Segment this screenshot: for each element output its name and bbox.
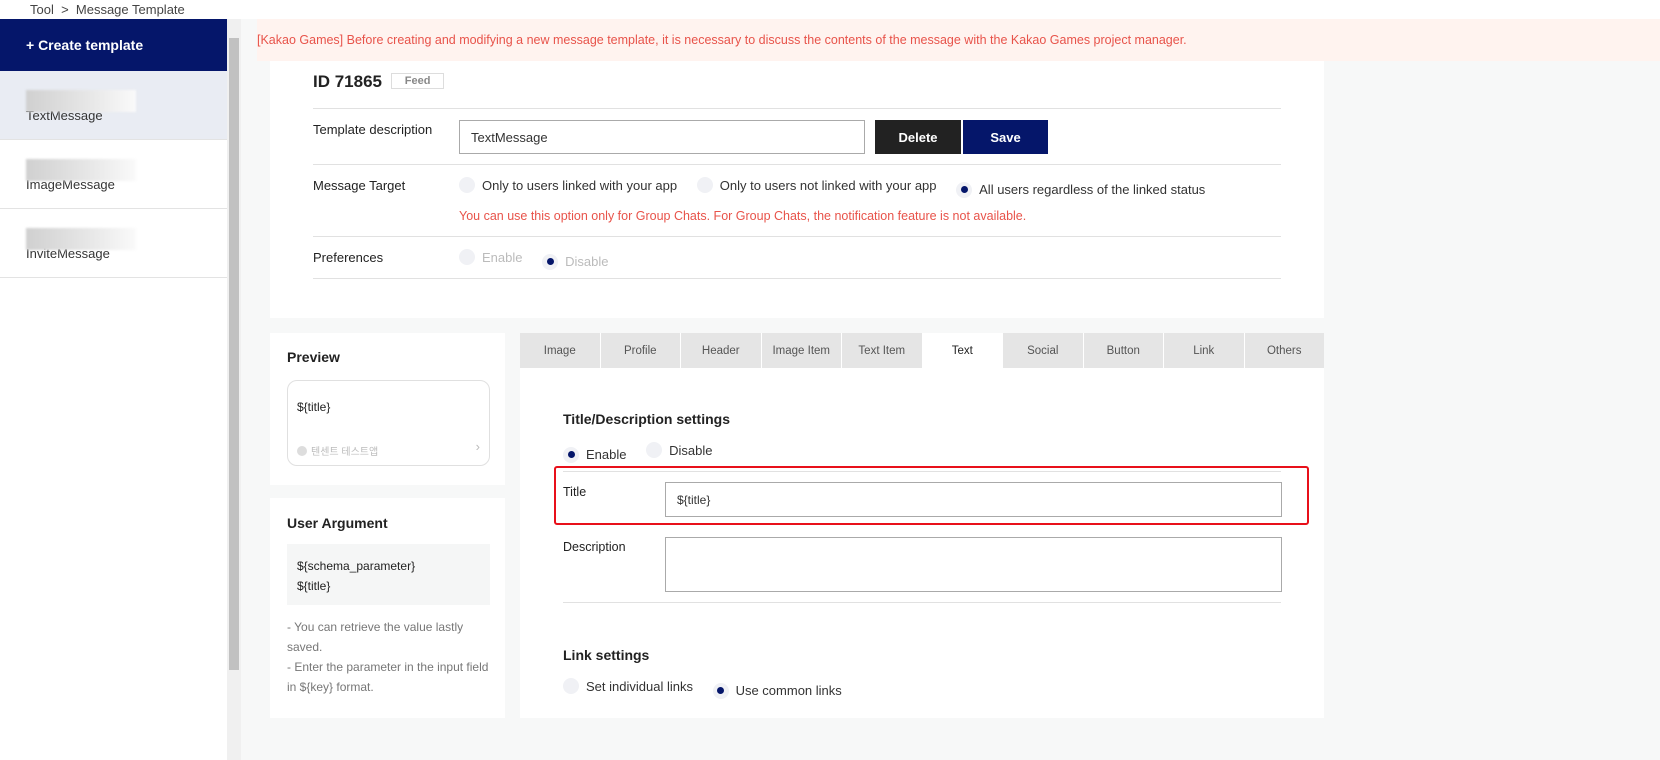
tab-social[interactable]: Social <box>1003 333 1084 368</box>
radio-icon <box>646 442 663 458</box>
radio-label: Disable <box>565 254 609 269</box>
breadcrumb: Tool > Message Template <box>30 2 185 17</box>
title-label: Title <box>563 485 587 499</box>
tab-link[interactable]: Link <box>1164 333 1245 368</box>
description-label: Description <box>563 540 626 554</box>
title-enable-radio[interactable]: Enable <box>563 446 627 463</box>
text-tab-panel: Title/Description settings Enable Disabl… <box>520 368 1324 718</box>
scrollbar-thumb[interactable] <box>229 38 239 670</box>
template-item[interactable]: InviteMessage <box>0 209 227 278</box>
template-item[interactable]: ImageMessage <box>0 140 227 209</box>
template-item[interactable]: TextMessage <box>0 71 227 140</box>
message-target-label: Message Target <box>313 178 406 193</box>
argument-item: ${schema_parameter} <box>297 559 416 573</box>
tab-others[interactable]: Others <box>1245 333 1325 368</box>
radio-icon <box>696 177 713 193</box>
notice-banner: [Kakao Games] Before creating and modify… <box>257 19 1660 61</box>
preview-panel: Preview ${title} 텐센트 테스트앱 › <box>270 333 505 485</box>
radio-label: Only to users linked with your app <box>482 177 678 193</box>
template-settings-panel: ID 71865 Feed Template description TextM… <box>270 61 1324 318</box>
blurred-id <box>26 228 136 250</box>
argument-item: ${title} <box>297 579 331 593</box>
target-warning: You can use this option only for Group C… <box>459 209 1027 223</box>
target-not-linked-radio[interactable]: Only to users not linked with your app <box>696 177 937 193</box>
radio-label: Disable <box>669 442 713 458</box>
description-label: Template description <box>313 122 433 137</box>
tab-text[interactable]: Text <box>922 333 1003 368</box>
title-disable-radio[interactable]: Disable <box>646 442 712 458</box>
radio-selected-icon <box>563 446 579 463</box>
tab-button[interactable]: Button <box>1084 333 1164 368</box>
radio-label: Set individual links <box>586 678 693 694</box>
sidebar: + Create template TextMessage ImageMessa… <box>0 19 227 760</box>
common-links-radio[interactable]: Use common links <box>712 682 842 699</box>
radio-label: Only to users not linked with your app <box>719 177 937 193</box>
preview-card: ${title} 텐센트 테스트앱 › <box>287 380 490 466</box>
link-settings-heading: Link settings <box>563 647 650 663</box>
chevron-right-icon: › <box>475 439 480 454</box>
radio-selected-icon <box>956 181 973 198</box>
radio-label: Enable <box>586 447 627 462</box>
target-linked-radio[interactable]: Only to users linked with your app <box>459 177 677 193</box>
radio-label: Use common links <box>735 683 842 698</box>
user-argument-title: User Argument <box>287 515 388 531</box>
save-button[interactable]: Save <box>963 120 1048 154</box>
app-name: 텐센트 테스트앱 <box>311 447 379 458</box>
template-description-input[interactable]: TextMessage <box>459 120 865 154</box>
template-id: ID 71865 <box>313 72 382 91</box>
tab-image[interactable]: Image <box>520 333 601 368</box>
radio-selected-icon <box>542 253 559 270</box>
preferences-label: Preferences <box>313 250 384 265</box>
blurred-id <box>26 90 136 112</box>
preview-message: ${title} <box>297 400 331 414</box>
tab-profile[interactable]: Profile <box>601 333 681 368</box>
description-input[interactable] <box>665 537 1282 592</box>
target-all-radio[interactable]: All users regardless of the linked statu… <box>956 181 1206 198</box>
title-description-heading: Title/Description settings <box>563 411 730 427</box>
title-input[interactable]: ${title} <box>665 482 1282 517</box>
content-tabs: Image Profile Header Image Item Text Ite… <box>520 333 1324 368</box>
delete-button[interactable]: Delete <box>875 120 961 154</box>
preferences-disable-radio: Disable <box>542 253 609 270</box>
radio-icon <box>459 249 475 265</box>
blurred-id <box>26 159 136 181</box>
notice-text: [Kakao Games] Before creating and modify… <box>257 33 1187 47</box>
radio-selected-icon <box>712 682 729 699</box>
note: - Enter the parameter in the input field… <box>287 660 489 694</box>
create-template-button[interactable]: + Create template <box>0 19 227 71</box>
template-type-badge: Feed <box>390 73 445 89</box>
radio-icon <box>459 177 475 193</box>
tab-header[interactable]: Header <box>681 333 762 368</box>
preferences-enable-radio: Enable <box>459 249 522 265</box>
radio-icon <box>563 678 579 694</box>
tab-image-item[interactable]: Image Item <box>762 333 842 368</box>
individual-links-radio[interactable]: Set individual links <box>563 678 693 694</box>
radio-label: All users regardless of the linked statu… <box>979 182 1206 197</box>
app-icon <box>297 445 307 456</box>
radio-label: Enable <box>482 249 523 265</box>
user-argument-panel: User Argument ${schema_parameter} ${titl… <box>270 498 505 718</box>
preview-title: Preview <box>287 349 340 365</box>
tab-text-item[interactable]: Text Item <box>842 333 923 368</box>
note: - You can retrieve the value lastly save… <box>287 620 464 654</box>
